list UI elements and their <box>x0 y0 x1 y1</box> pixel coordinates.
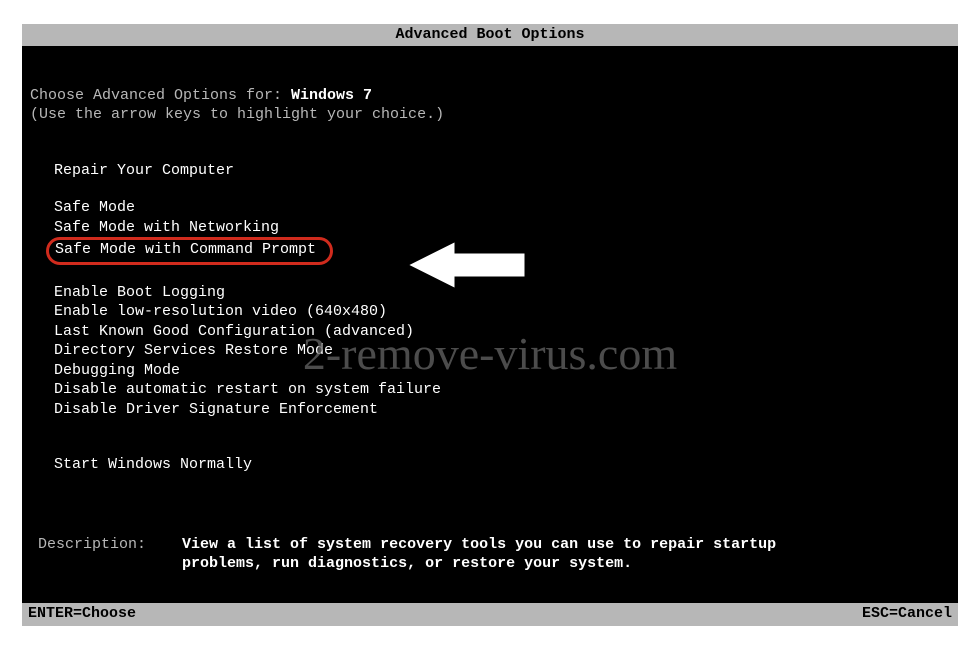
footer-enter: ENTER=Choose <box>28 604 136 624</box>
menu-item-safe-mode-cmd[interactable]: Safe Mode with Command Prompt <box>55 240 316 260</box>
menu-item-disable-sig[interactable]: Disable Driver Signature Enforcement <box>54 400 950 420</box>
description-label: Description: <box>38 535 182 574</box>
highlighted-item[interactable]: Safe Mode with Command Prompt <box>46 237 333 265</box>
choose-line: Choose Advanced Options for: Windows 7 <box>30 86 950 106</box>
menu-item-start-normally[interactable]: Start Windows Normally <box>54 455 950 475</box>
menu-item-safe-mode-net[interactable]: Safe Mode with Networking <box>54 218 950 238</box>
menu-item-lkgc[interactable]: Last Known Good Configuration (advanced) <box>54 322 950 342</box>
menu-item-debug[interactable]: Debugging Mode <box>54 361 950 381</box>
footer-bar: ENTER=Choose ESC=Cancel <box>22 603 958 627</box>
boot-options-screen: Advanced Boot Options Choose Advanced Op… <box>22 24 958 626</box>
menu-item-boot-logging[interactable]: Enable Boot Logging <box>54 283 950 303</box>
choose-prefix: Choose Advanced Options for: <box>30 87 291 104</box>
footer-esc: ESC=Cancel <box>862 604 952 624</box>
menu-item-safe-mode[interactable]: Safe Mode <box>54 198 950 218</box>
title-bar: Advanced Boot Options <box>22 24 958 46</box>
screen-title: Advanced Boot Options <box>395 26 584 43</box>
os-name: Windows 7 <box>291 87 372 104</box>
description-text: View a list of system recovery tools you… <box>182 535 782 574</box>
boot-menu[interactable]: Repair Your Computer Safe Mode Safe Mode… <box>30 161 950 475</box>
menu-item-disable-restart[interactable]: Disable automatic restart on system fail… <box>54 380 950 400</box>
menu-item-ds-restore[interactable]: Directory Services Restore Mode <box>54 341 950 361</box>
menu-item-repair[interactable]: Repair Your Computer <box>54 161 950 181</box>
description-row: Description: View a list of system recov… <box>30 535 950 574</box>
content-area: Choose Advanced Options for: Windows 7 (… <box>22 46 958 574</box>
hint-line: (Use the arrow keys to highlight your ch… <box>30 105 950 125</box>
menu-item-lowres[interactable]: Enable low-resolution video (640x480) <box>54 302 950 322</box>
